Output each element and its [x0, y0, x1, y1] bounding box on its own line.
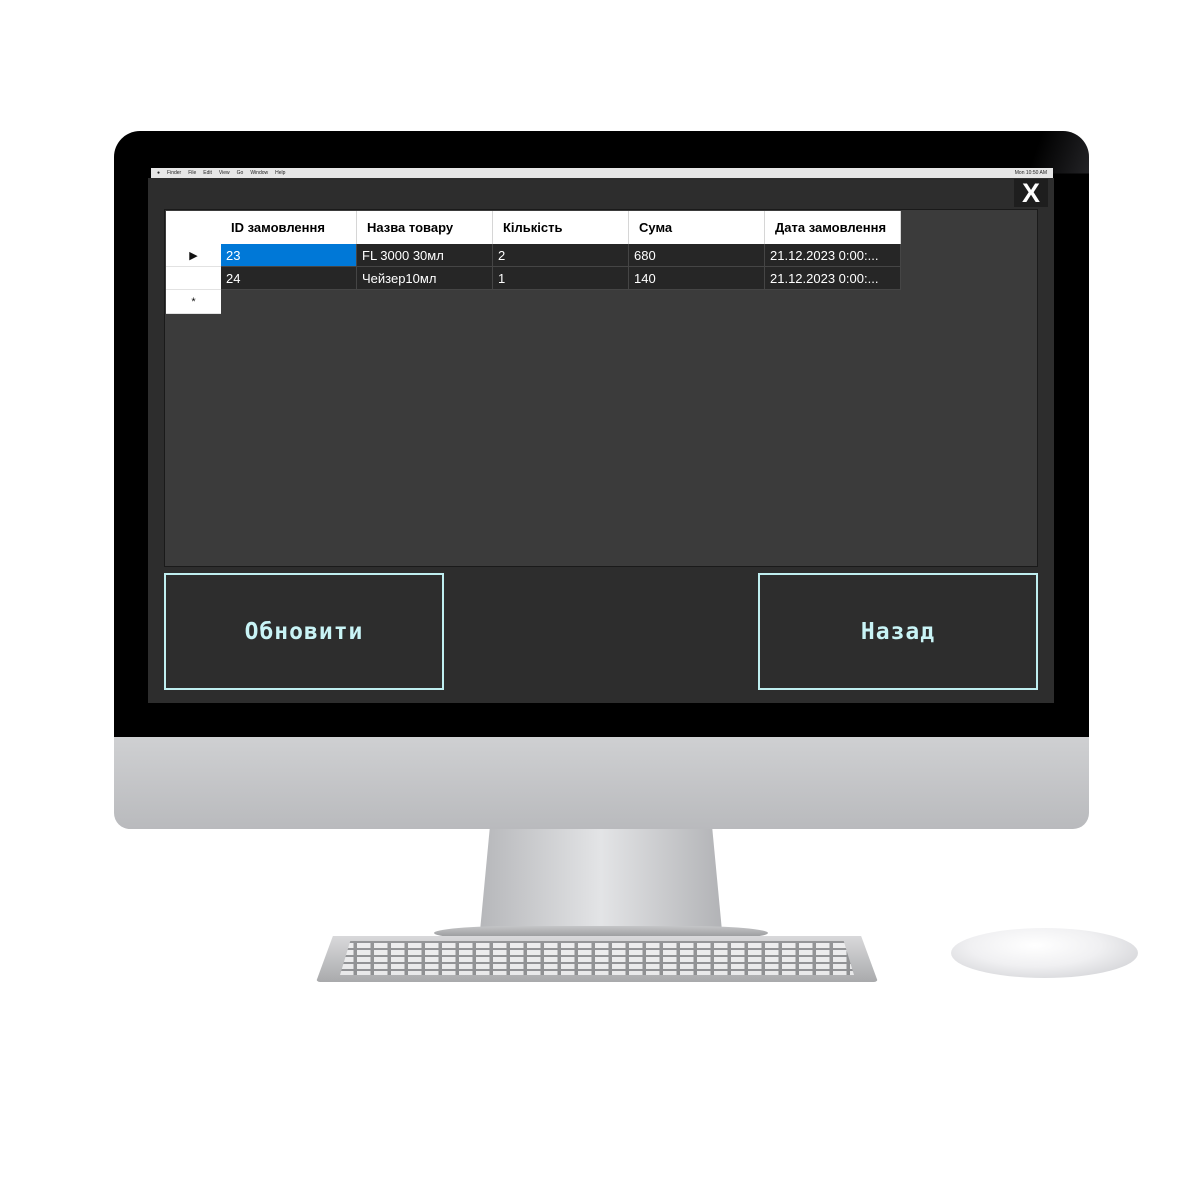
monitor-chin: [114, 737, 1089, 829]
menu-clock[interactable]: Mon 10:50 AM: [1015, 170, 1047, 176]
refresh-button[interactable]: Обновити: [164, 573, 444, 690]
column-header-order-date[interactable]: Дата замовлення: [765, 211, 901, 244]
monitor-stand-neck: [480, 829, 722, 931]
column-header-product-name[interactable]: Назва товару: [357, 211, 493, 244]
table-cell[interactable]: 140: [629, 267, 765, 290]
table-cell[interactable]: 21.12.2023 0:00:...: [765, 244, 901, 267]
mac-menu-bar: ● Finder File Edit View Go Window Help M…: [151, 168, 1053, 178]
row-header-2[interactable]: [166, 267, 221, 290]
menu-item-window[interactable]: Window: [250, 170, 268, 176]
mouse: [951, 928, 1138, 978]
keyboard-keys: [340, 941, 854, 975]
table-cell[interactable]: 1: [493, 267, 629, 290]
row-header-new[interactable]: *: [166, 290, 221, 314]
column-header-sum[interactable]: Сума: [629, 211, 765, 244]
new-row-icon: *: [191, 295, 196, 308]
row-header-1[interactable]: ▶: [166, 244, 221, 267]
column-header-quantity[interactable]: Кількість: [493, 211, 629, 244]
apple-icon[interactable]: ●: [157, 170, 160, 176]
close-icon[interactable]: X: [1014, 179, 1048, 207]
table-cell[interactable]: FL 3000 30мл: [357, 244, 493, 267]
menu-item-edit[interactable]: Edit: [203, 170, 212, 176]
table-cell[interactable]: 680: [629, 244, 765, 267]
table-cell[interactable]: 21.12.2023 0:00:...: [765, 267, 901, 290]
column-header-order-id[interactable]: ID замовлення: [221, 211, 357, 244]
table-cell[interactable]: 23: [221, 244, 357, 267]
menu-item-view[interactable]: View: [219, 170, 230, 176]
orders-data-grid[interactable]: ID замовлення Назва товару Кількість Сум…: [164, 209, 1038, 567]
menu-item-file[interactable]: File: [188, 170, 196, 176]
menu-item-finder[interactable]: Finder: [167, 170, 181, 176]
row-pointer-icon: ▶: [189, 249, 198, 262]
menu-item-go[interactable]: Go: [237, 170, 244, 176]
table-cell[interactable]: 2: [493, 244, 629, 267]
back-button[interactable]: Назад: [758, 573, 1038, 690]
grid-corner-header[interactable]: [166, 211, 221, 244]
menu-item-help[interactable]: Help: [275, 170, 285, 176]
table-cell[interactable]: 24: [221, 267, 357, 290]
table-cell[interactable]: Чейзер10мл: [357, 267, 493, 290]
